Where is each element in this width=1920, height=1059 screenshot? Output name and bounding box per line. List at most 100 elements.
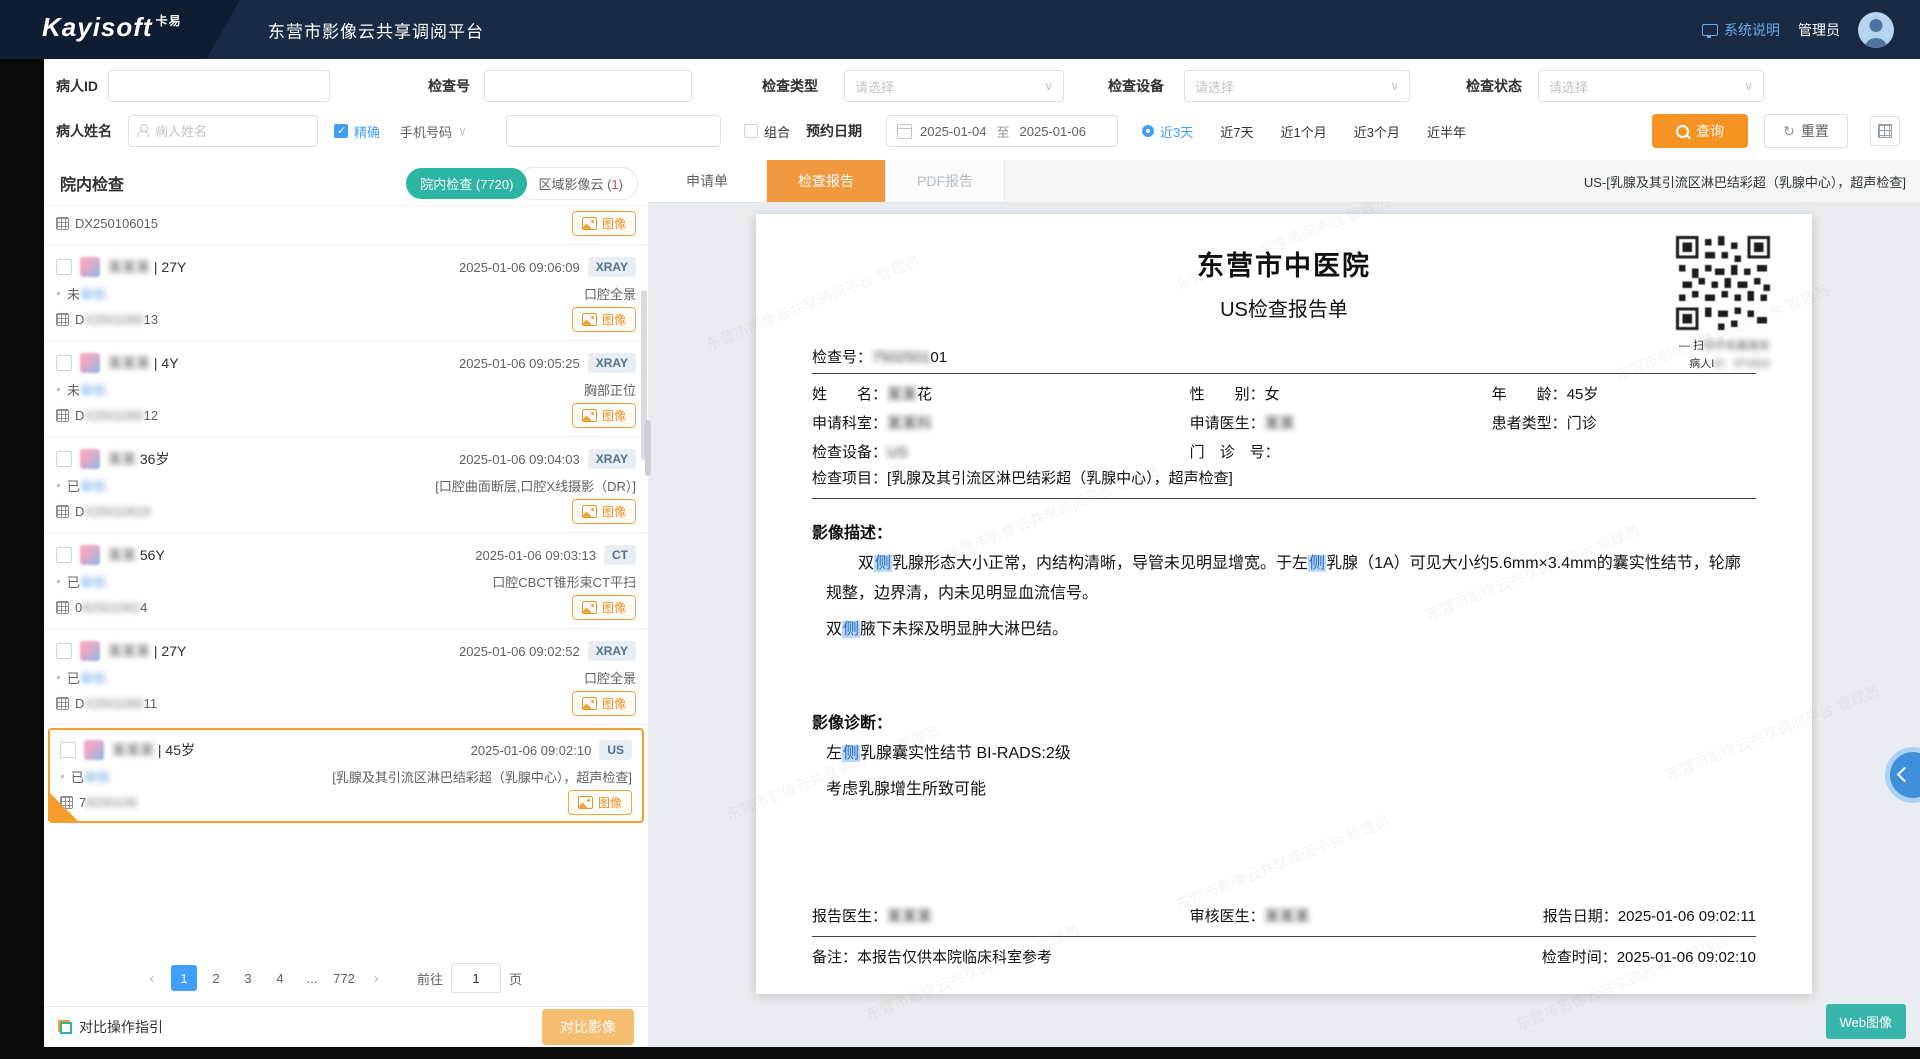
patient-name: 某某某 | 4Y — [108, 353, 179, 373]
web-image-button[interactable]: Web图像 — [1826, 1004, 1907, 1039]
exam-no-input[interactable] — [484, 70, 692, 102]
quick-filter-2[interactable]: 近7天 — [1220, 122, 1253, 141]
study-status: 未审核 — [67, 380, 106, 399]
quick-filter-1[interactable]: 近3天 — [1142, 122, 1193, 141]
page-button-4[interactable]: 4 — [267, 965, 293, 991]
combo-checkbox[interactable] — [744, 124, 758, 138]
image-icon — [582, 601, 597, 614]
description-label: 影像描述： — [812, 519, 1756, 543]
study-list-item[interactable]: 某某某 | 45岁 2025-01-06 09:02:10 US • 已审核 [… — [48, 728, 644, 823]
system-help-label: 系统说明 — [1724, 20, 1780, 40]
date-from: 2025-01-04 — [920, 124, 987, 139]
study-datetime: 2025-01-06 09:02:10 — [471, 743, 592, 758]
image-button-label: 图像 — [602, 695, 626, 712]
goto-page-input[interactable] — [451, 963, 501, 993]
date-range-picker[interactable]: 2025-01-04 至 2025-01-06 — [886, 115, 1118, 147]
goto-unit: 页 — [509, 969, 522, 988]
tab-regional-cloud[interactable]: 区域影像云 (1) — [517, 167, 638, 200]
view-image-button[interactable]: 图像 — [572, 499, 636, 524]
quick-filter-4[interactable]: 近3个月 — [1354, 122, 1400, 141]
study-datetime: 2025-01-06 09:05:25 — [459, 356, 580, 371]
status-dot: • — [60, 768, 65, 784]
tab-internal-exams[interactable]: 院内检查 (7720) — [406, 168, 527, 199]
regional-label-close: ) — [619, 177, 623, 192]
page-button-1[interactable]: 1 — [171, 965, 197, 991]
patient-name-input[interactable] — [128, 115, 318, 147]
user-avatar[interactable] — [1858, 12, 1894, 48]
patient-id-input[interactable] — [108, 70, 330, 102]
phone-field-label: 手机号码 — [400, 122, 452, 141]
compare-guide-link[interactable]: 对比操作指引 — [79, 1017, 163, 1037]
panel-title: 院内检查 — [60, 171, 124, 195]
description-text: 双侧乳腺形态大小正常，内结构清晰，导管未见明显增宽。于左侧乳腺（1A）可见大小约… — [812, 543, 1756, 645]
study-checkbox[interactable] — [56, 259, 72, 275]
platform-title: 东营市影像云共享调阅平台 — [268, 17, 484, 42]
study-list-item[interactable]: 某某某 | 27Y 2025-01-06 09:06:09 XRAY • 未审核… — [44, 245, 648, 341]
study-checkbox[interactable] — [56, 451, 72, 467]
search-button[interactable]: 查询 — [1652, 114, 1748, 148]
bottom-toolbar: 对比操作指引 对比影像 — [44, 1006, 648, 1047]
study-list-item[interactable]: 某某 36岁 2025-01-06 09:04:03 XRAY • 已审核 [口… — [44, 437, 648, 533]
report-page: 东营市中医院 US检查报告单 — [756, 214, 1812, 994]
view-image-button[interactable]: 图像 — [572, 403, 636, 428]
avatar-head — [1870, 19, 1883, 32]
study-id: DX25010619 — [75, 504, 151, 519]
study-list-item[interactable]: 某某某 | 4Y 2025-01-06 09:05:25 XRAY • 未审核 … — [44, 341, 648, 437]
search-icon — [1676, 125, 1689, 138]
regional-count: 1 — [611, 177, 618, 192]
study-list-item-partial[interactable]: DX250106015 图像 — [44, 206, 648, 245]
study-list-item[interactable]: 某某某 | 27Y 2025-01-06 09:02:52 XRAY • 已审核… — [44, 629, 648, 725]
tab-request-form[interactable]: 申请单 — [648, 160, 767, 202]
view-image-button[interactable]: 图像 — [572, 307, 636, 332]
status-select[interactable]: 请选择∨ — [1538, 70, 1764, 102]
phone-input[interactable] — [506, 115, 721, 147]
patient-id-label: 病人ID — [56, 70, 98, 102]
view-image-button[interactable]: 图像 — [572, 595, 636, 620]
status-dot: • — [56, 573, 61, 589]
layout-toggle-button[interactable] — [1870, 116, 1900, 146]
page-button-2[interactable]: 2 — [203, 965, 229, 991]
status-dot: • — [56, 381, 61, 397]
page-button-3[interactable]: 3 — [235, 965, 261, 991]
quick-filter-5[interactable]: 近半年 — [1427, 122, 1466, 141]
regional-label: 区域影像云 ( — [538, 177, 611, 192]
device-select[interactable]: 请选择∨ — [1184, 70, 1410, 102]
exact-checkbox-group[interactable]: 精确 — [334, 115, 380, 147]
search-button-label: 查询 — [1696, 121, 1724, 141]
compare-images-button[interactable]: 对比影像 — [542, 1009, 634, 1045]
exam-type-select[interactable]: 请选择∨ — [844, 70, 1064, 102]
view-image-button[interactable]: 图像 — [568, 790, 632, 815]
status-label: 检查状态 — [1466, 70, 1522, 102]
study-checkbox[interactable] — [60, 742, 76, 758]
patient-avatar — [80, 257, 100, 277]
exact-checkbox[interactable] — [334, 124, 348, 138]
status-dot: • — [56, 477, 61, 493]
tab-exam-report[interactable]: 检查报告 — [767, 160, 886, 202]
appointment-date-label: 预约日期 — [806, 115, 862, 147]
study-checkbox[interactable] — [56, 643, 72, 659]
patient-name: 某某某 | 27Y — [108, 257, 186, 277]
patient-name: 某某某 | 45岁 — [112, 740, 195, 760]
study-id-icon — [56, 505, 69, 518]
tab-pdf-report[interactable]: PDF报告 — [886, 160, 1005, 202]
study-id: 78250106 — [79, 795, 137, 810]
image-button-label: 图像 — [602, 407, 626, 424]
prev-page-button[interactable]: ‹ — [139, 965, 165, 991]
system-help-link[interactable]: 系统说明 — [1702, 20, 1780, 40]
quick-date-filters: 近3天 近7天 近1个月 近3个月 近半年 — [1142, 115, 1493, 147]
reset-button[interactable]: ↻重置 — [1764, 114, 1848, 148]
study-checkbox[interactable] — [56, 355, 72, 371]
exam-name: [口腔曲面断层,口腔X线摄影（DR）] — [435, 476, 636, 495]
page-button-772[interactable]: 772 — [331, 965, 357, 991]
panel-splitter[interactable] — [642, 160, 654, 1006]
more-pages-ellipsis[interactable]: ... — [299, 965, 325, 991]
phone-field-select[interactable]: 手机号码∨ — [400, 115, 467, 147]
combo-checkbox-group[interactable]: 组合 — [744, 115, 790, 147]
quick-filter-3[interactable]: 近1个月 — [1280, 122, 1326, 141]
view-image-button[interactable]: 图像 — [572, 211, 636, 236]
study-checkbox[interactable] — [56, 547, 72, 563]
next-page-button[interactable]: › — [363, 965, 389, 991]
study-list-item[interactable]: 某某 56Y 2025-01-06 09:03:13 CT • 已审核 口腔CB… — [44, 533, 648, 629]
goto-label: 前往 — [417, 969, 443, 988]
view-image-button[interactable]: 图像 — [572, 691, 636, 716]
